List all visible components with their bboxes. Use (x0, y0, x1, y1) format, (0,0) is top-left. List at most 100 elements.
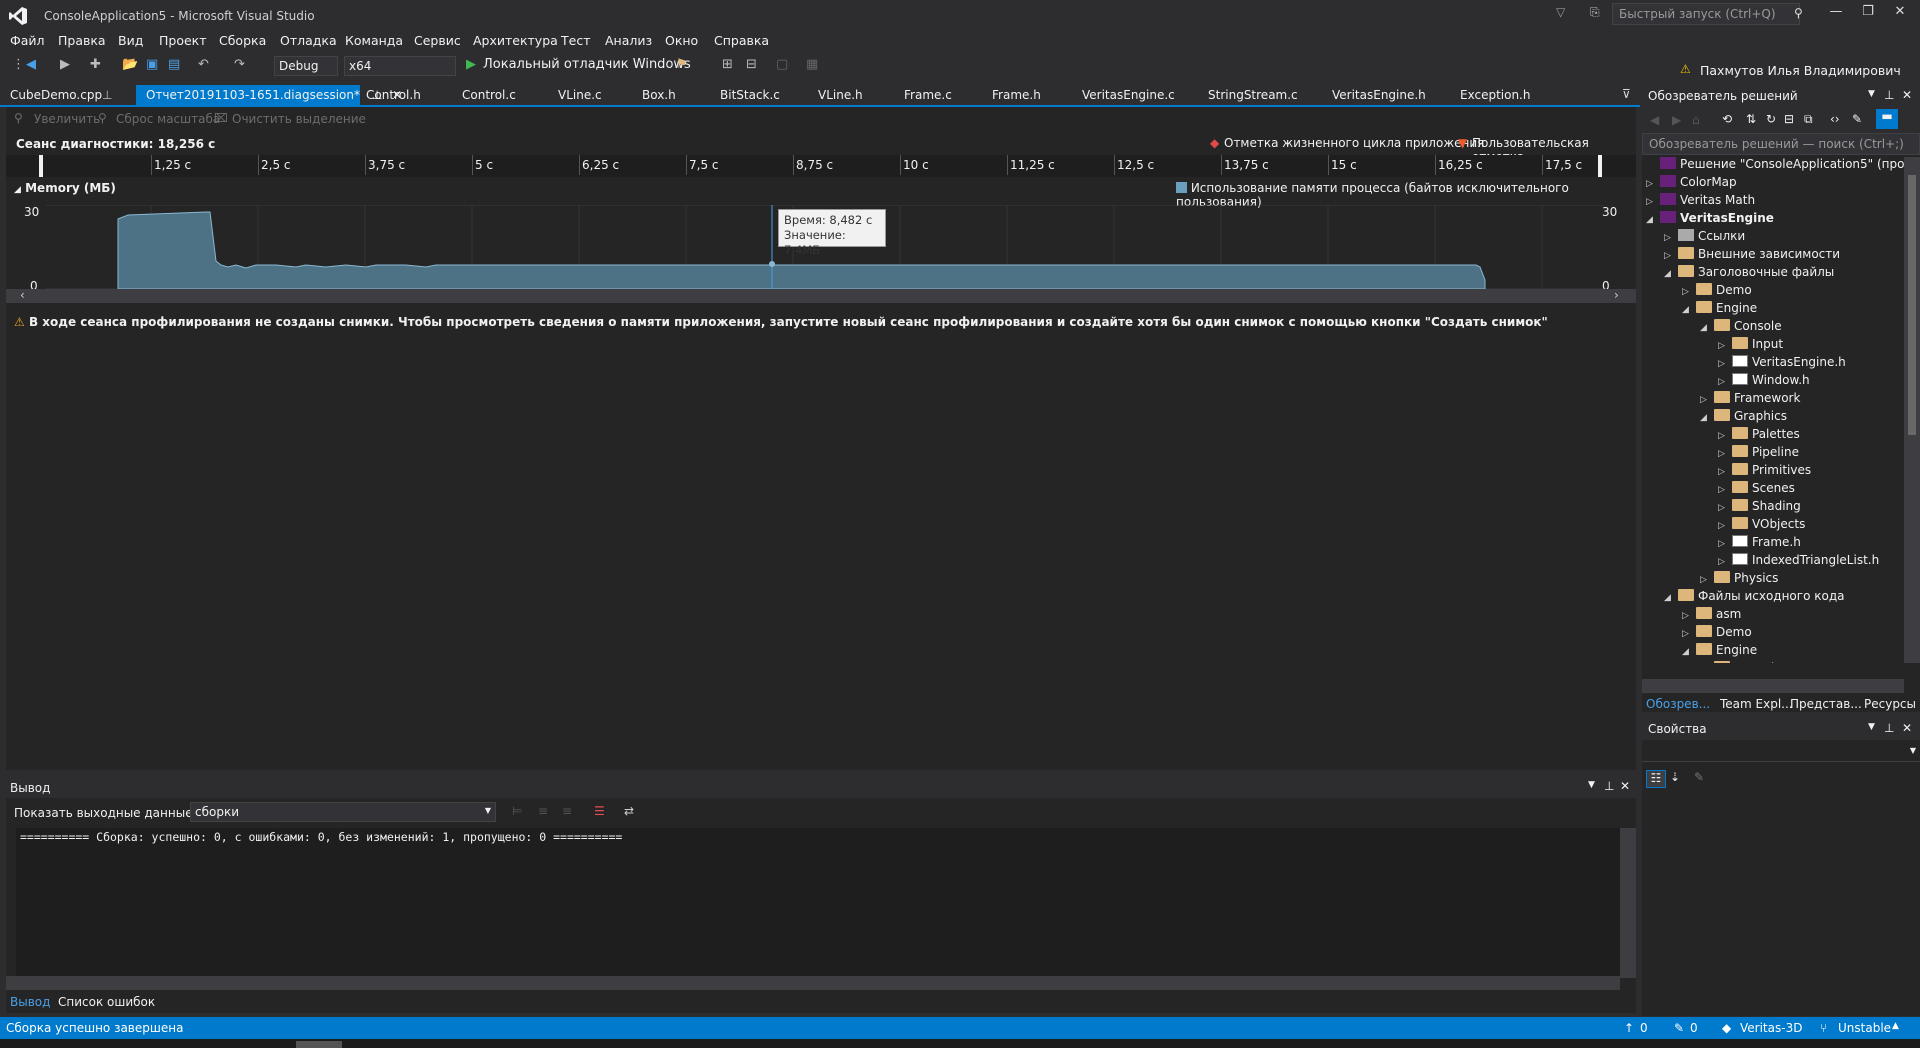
redo-icon[interactable]: ↷ (234, 57, 245, 72)
refresh-icon[interactable]: ↻ (1766, 112, 1776, 126)
time-ruler[interactable]: 1,25 с 2,5 с 3,75 с 5 с 6,25 с 7,5 с 8,7… (6, 155, 1636, 177)
tree-node[interactable]: ▷ Demo (1682, 625, 1752, 643)
pin-icon[interactable]: ⊥ (1604, 779, 1614, 793)
tab-frame-c[interactable]: Frame.c (894, 85, 962, 105)
start-debugging-icon[interactable]: ▶ (466, 57, 476, 72)
expand-icon[interactable]: ▷ (1718, 485, 1732, 495)
search-icon[interactable]: ⚲ (1794, 6, 1803, 20)
tree-node[interactable]: ▷ Framework (1700, 391, 1800, 409)
collapse-icon[interactable]: ◢ (1700, 413, 1714, 423)
tab-frame-h[interactable]: Frame.h (982, 85, 1051, 105)
tab-resources[interactable]: Ресурсы (1864, 697, 1916, 711)
save-icon[interactable]: ▣ (146, 57, 158, 72)
menu-team[interactable]: Команда (345, 33, 403, 48)
expand-icon[interactable]: ▷ (1646, 197, 1660, 207)
tree-node[interactable]: ▷ IndexedTriangleList.h (1718, 553, 1879, 571)
expand-icon[interactable]: ▷ (1700, 575, 1714, 585)
tree-node[interactable]: ▷ Veritas Math (1646, 193, 1755, 211)
dropdown-icon[interactable]: ▼ (1868, 89, 1875, 99)
output-horizontal-scrollbar[interactable] (6, 976, 1620, 990)
tree-node[interactable]: ▷ Physics (1700, 571, 1778, 589)
expand-icon[interactable]: ▷ (1682, 287, 1696, 297)
tree-node[interactable]: ▷ Input (1718, 337, 1783, 355)
menu-test[interactable]: Тест (561, 33, 590, 48)
expand-icon[interactable]: ▷ (1700, 395, 1714, 405)
tab-overflow-icon[interactable]: ⊽ (1622, 87, 1631, 101)
bookmark-icon[interactable]: ⊞ (722, 57, 733, 72)
show-all-files-icon[interactable]: ⧉ (1804, 112, 1813, 127)
layout-icon[interactable]: ▦ (806, 57, 818, 72)
expand-icon[interactable]: ▷ (1718, 449, 1732, 459)
menu-project[interactable]: Проект (159, 33, 207, 48)
tree-node[interactable]: ▷ Frame.h (1718, 535, 1801, 553)
tab-error-list[interactable]: Список ошибок (58, 995, 155, 1009)
expand-icon[interactable]: ▷ (1718, 431, 1732, 441)
taskbar-item[interactable] (296, 1041, 342, 1048)
tab-exception-h[interactable]: Exception.h (1450, 85, 1540, 105)
range-start-handle[interactable] (39, 155, 43, 177)
pin-icon[interactable]: ⊥ (102, 88, 112, 102)
open-icon[interactable]: 📂 (122, 57, 138, 72)
close-icon[interactable]: ✕ (1620, 779, 1630, 793)
bookmark-next-icon[interactable]: ⊟ (746, 57, 757, 72)
expand-icon[interactable]: ▷ (1718, 557, 1732, 567)
scroll-left-icon[interactable]: ‹ (20, 288, 25, 302)
zoom-button[interactable]: Увеличить (34, 112, 100, 126)
collapse-icon[interactable]: ◢ (1700, 323, 1714, 333)
tree-node[interactable]: ▷ Demo (1682, 283, 1752, 301)
collapse-icon[interactable]: ◢ (1646, 215, 1660, 225)
properties-icon[interactable]: ✎ (1852, 112, 1862, 126)
tab-box-h[interactable]: Box.h (632, 85, 686, 105)
tab-output[interactable]: Вывод (10, 995, 50, 1009)
expand-icon[interactable]: ▷ (1664, 233, 1678, 243)
tree-node[interactable]: ▷ asm (1682, 607, 1741, 625)
close-icon[interactable]: ✕ (1902, 721, 1912, 735)
clear-selection-button[interactable]: Очистить выделение (232, 112, 366, 126)
tree-node[interactable]: Решение "ConsoleApplication5" (проект (1646, 157, 1904, 175)
view-code-icon[interactable]: ‹› (1830, 112, 1840, 126)
tab-class-view[interactable]: Представ... (1790, 697, 1862, 711)
output-text[interactable]: ========== Сборка: успешно: 0, с ошибкам… (16, 828, 1620, 978)
expand-icon[interactable]: ▷ (1718, 341, 1732, 351)
preview-selected-icon[interactable]: ▬ (1876, 109, 1898, 129)
sync-icon[interactable]: ⟲ (1722, 112, 1732, 126)
tree-node[interactable]: ◢ Файлы исходного кода (1664, 589, 1844, 607)
tab-solution-explorer[interactable]: Обозрев... (1646, 697, 1710, 711)
menu-architecture[interactable]: Архитектура (473, 33, 558, 48)
branch-name[interactable]: Unstable (1838, 1021, 1891, 1035)
tree-node[interactable]: ◢Console (1700, 661, 1782, 663)
tab-veritasengine-c[interactable]: VeritasEngine.c (1072, 85, 1185, 105)
repository-icon[interactable]: ◆ (1722, 1021, 1731, 1035)
configuration-select[interactable]: Debug (274, 56, 338, 76)
menu-window[interactable]: Окно (665, 33, 698, 48)
tree-node[interactable]: ◢ Engine (1682, 643, 1757, 661)
collapse-icon[interactable]: ◢ (1664, 593, 1678, 603)
collapse-all-icon[interactable]: ⊟ (1784, 112, 1794, 126)
expand-icon[interactable]: ▷ (1646, 179, 1660, 189)
expand-icon[interactable]: ▷ (1718, 521, 1732, 531)
tree-node[interactable]: ▷ VeritasEngine.h (1718, 355, 1846, 373)
unpushed-commits-count[interactable]: 0 (1640, 1021, 1648, 1035)
pending-changes-icon[interactable]: ✎ (1674, 1021, 1684, 1035)
goto-line-icon[interactable]: ⊨ (512, 804, 522, 818)
close-button[interactable]: ✕ (1886, 4, 1914, 26)
alphabetical-icon[interactable]: ⇣ (1670, 770, 1680, 784)
menu-build[interactable]: Сборка (219, 33, 266, 48)
categorized-icon[interactable]: ☷ (1646, 770, 1666, 788)
comment-icon[interactable]: ▢ (776, 57, 788, 72)
tab-bitstack-c[interactable]: BitStack.c (710, 85, 790, 105)
prev-message-icon[interactable]: ≡ (538, 804, 548, 818)
property-pages-icon[interactable]: ✎ (1694, 770, 1704, 784)
tree-node[interactable]: ▷ ColorMap (1646, 175, 1737, 193)
timeline-scrollbar[interactable]: ‹ › (6, 288, 1636, 303)
expand-icon[interactable]: ▷ (1682, 629, 1696, 639)
menu-debug[interactable]: Отладка (280, 33, 337, 48)
menu-tools[interactable]: Сервис (414, 33, 461, 48)
repository-name[interactable]: Veritas-3D (1740, 1021, 1802, 1035)
close-icon[interactable]: ✕ (1902, 88, 1912, 102)
forward-icon[interactable]: ▶ (60, 57, 70, 72)
unpushed-commits-icon[interactable]: ↑ (1624, 1021, 1634, 1035)
expand-icon[interactable]: ▷ (1718, 467, 1732, 477)
tree-node[interactable]: ◢ VeritasEngine (1646, 211, 1774, 229)
start-debugging-button[interactable]: Локальный отладчик Windows (483, 57, 691, 72)
